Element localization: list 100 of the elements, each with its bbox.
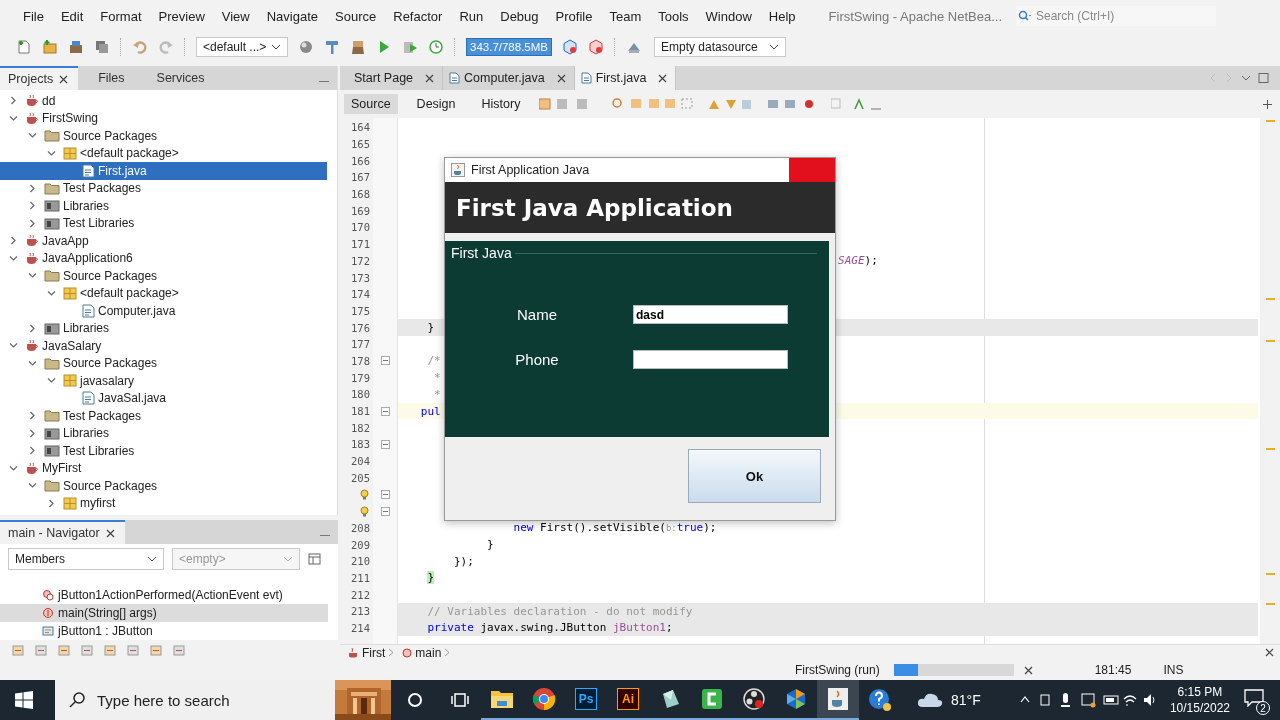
tree-item[interactable]: Libraries	[63, 198, 110, 213]
taskbar-app[interactable]: Ps	[565, 680, 607, 720]
tree-item[interactable]: Test Libraries	[63, 216, 135, 231]
gauge-icon[interactable]	[428, 39, 444, 55]
configuration-dropdown[interactable]: <default ...>	[196, 37, 288, 57]
taskbar-app[interactable]: Ai	[607, 680, 649, 720]
search-field[interactable]: Search (Ctrl+I)	[1016, 6, 1216, 26]
close-icon[interactable]	[556, 73, 566, 83]
minimize-icon[interactable]	[319, 80, 329, 83]
tree-item[interactable]: Source Packages	[63, 478, 158, 493]
view-tab[interactable]: Source	[344, 94, 398, 114]
sphere-icon[interactable]	[298, 39, 314, 55]
editor-toolbar-icons[interactable]	[831, 97, 882, 111]
expand-icon[interactable]	[47, 498, 56, 508]
hammer-icon[interactable]	[324, 39, 340, 55]
save-all-icon[interactable]	[94, 39, 110, 55]
text-field[interactable]	[633, 350, 788, 369]
menu-item[interactable]: Refactor	[393, 8, 443, 24]
collapse-icon[interactable]	[28, 131, 37, 141]
collapse-icon[interactable]	[9, 253, 18, 263]
tree-item[interactable]: <default package>	[80, 146, 179, 161]
editor-tab[interactable]: First.java	[574, 66, 677, 90]
filter-icon[interactable]	[127, 644, 139, 656]
tree-item[interactable]: Source Packages	[63, 268, 158, 283]
collapse-icon[interactable]	[28, 271, 37, 281]
close-icon[interactable]	[425, 73, 435, 83]
new-project-icon[interactable]	[42, 39, 58, 55]
debug-icon[interactable]	[402, 39, 418, 55]
minimize-icon[interactable]	[320, 534, 330, 537]
expand-icon[interactable]	[28, 446, 37, 456]
expand-icon[interactable]	[28, 201, 37, 211]
navigator-item[interactable]: jButton1ActionPerformed(ActionEvent evt)	[0, 586, 338, 604]
view-tab[interactable]: Design	[409, 94, 463, 114]
close-icon[interactable]	[658, 73, 668, 83]
filter-icon[interactable]	[150, 644, 162, 656]
close-icon[interactable]	[59, 74, 69, 84]
expand-icon[interactable]	[9, 96, 18, 106]
tab-navigation-icon[interactable]	[1210, 73, 1270, 83]
tree-item[interactable]: Computer.java	[98, 303, 176, 318]
open-project-icon[interactable]	[68, 39, 84, 55]
weather-temperature[interactable]: 81°F	[951, 692, 981, 708]
clock-date[interactable]: 10/15/2022	[1169, 700, 1230, 716]
menu-item[interactable]: Team	[609, 8, 642, 24]
collapse-icon[interactable]	[28, 358, 37, 368]
tree-item[interactable]: myfirst	[80, 496, 116, 511]
tree-item[interactable]: Test Packages	[63, 408, 142, 423]
taskbar-app[interactable]	[817, 680, 859, 720]
search-field[interactable]: Type here to search	[55, 680, 335, 720]
gc-icon[interactable]	[588, 39, 604, 55]
panel-tab[interactable]: Services	[136, 66, 217, 90]
cancel-icon[interactable]	[1023, 665, 1033, 675]
fold-icon[interactable]	[381, 506, 390, 516]
tree-item[interactable]: JavaSal.java	[98, 391, 167, 406]
collapse-icon[interactable]	[28, 481, 37, 491]
datasource-dropdown[interactable]: Empty datasource	[654, 37, 786, 57]
task-view-icon[interactable]	[451, 692, 469, 708]
collapse-icon[interactable]	[9, 341, 18, 351]
editor-tab[interactable]: Computer.java	[443, 66, 575, 90]
expand-icon[interactable]	[28, 218, 37, 228]
start-icon[interactable]	[15, 691, 33, 709]
layout-icon[interactable]	[308, 553, 321, 565]
fold-icon[interactable]	[381, 406, 390, 416]
navigator-item[interactable]: main(String[] args)	[0, 604, 328, 622]
gc-icon[interactable]	[562, 39, 578, 55]
collapse-icon[interactable]	[47, 376, 56, 386]
tree-item[interactable]: Test Libraries	[63, 443, 135, 458]
filter-icon[interactable]	[173, 644, 185, 656]
tree-item[interactable]: JavaApplication6	[42, 251, 133, 266]
menu-item[interactable]: View	[221, 8, 250, 24]
broom-icon[interactable]	[350, 39, 366, 55]
menu-item[interactable]: Source	[335, 8, 377, 24]
tree-item[interactable]: Test Packages	[63, 181, 142, 196]
tree-item[interactable]: <default package>	[80, 286, 179, 301]
new-file-icon[interactable]	[16, 39, 32, 55]
clock-time[interactable]: 6:15 PM	[1177, 684, 1223, 700]
tree-item[interactable]: Source Packages	[63, 356, 158, 371]
collapse-icon[interactable]	[9, 463, 18, 473]
menu-item[interactable]: Navigate	[266, 8, 319, 24]
selected-tree-row[interactable]: First.java	[0, 162, 327, 180]
filter-icon[interactable]	[58, 644, 70, 656]
tree-item[interactable]: JavaApp	[42, 233, 89, 248]
filter-icon[interactable]	[104, 644, 116, 656]
tree-item[interactable]: FirstSwing	[42, 111, 98, 126]
menu-item[interactable]: Debug	[500, 8, 539, 24]
editor-tab[interactable]: Start Page	[348, 66, 444, 90]
ok-button[interactable]: Ok	[688, 449, 821, 503]
undo-icon[interactable]	[132, 39, 148, 55]
collapse-icon[interactable]	[9, 113, 18, 123]
filter-icon[interactable]	[12, 644, 24, 656]
split-icon[interactable]	[1263, 99, 1272, 109]
cortana-icon[interactable]	[407, 692, 423, 708]
panel-tab[interactable]: Files	[78, 66, 137, 90]
menu-item[interactable]: Profile	[555, 8, 593, 24]
lightbulb-icon[interactable]	[359, 488, 370, 500]
lightbulb-icon[interactable]	[359, 505, 370, 517]
menu-item[interactable]: Help	[768, 8, 796, 24]
tree-item[interactable]: MyFirst	[42, 461, 82, 476]
collapse-icon[interactable]	[47, 288, 56, 298]
menu-item[interactable]: Tools	[658, 8, 689, 24]
breadcrumb[interactable]: First	[348, 645, 395, 660]
